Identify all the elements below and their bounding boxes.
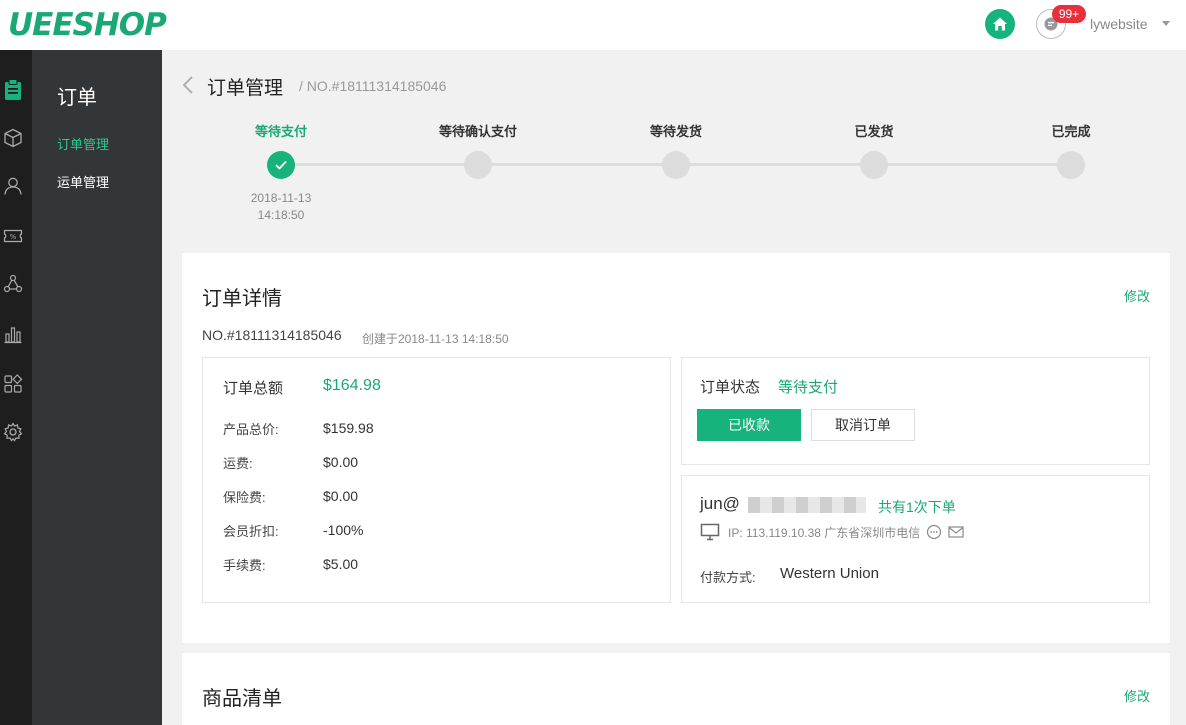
monitor-icon xyxy=(700,523,720,541)
step-dot-awaiting-confirmation xyxy=(464,151,492,179)
cancel-order-button[interactable]: 取消订单 xyxy=(811,409,915,441)
fee-value: -100% xyxy=(323,522,364,538)
fee-value: $159.98 xyxy=(323,420,374,436)
total-label: 订单总额 xyxy=(223,380,284,397)
step-label-awaiting-confirmation: 等待确认支付 xyxy=(438,124,518,139)
caret-down-icon[interactable] xyxy=(1162,21,1170,26)
step-dot-awaiting-shipment xyxy=(662,151,690,179)
step-dot-completed xyxy=(1057,151,1085,179)
customer-orders-count-link[interactable]: 共有1次下单 xyxy=(878,497,956,517)
user-icon[interactable] xyxy=(1,174,25,198)
ip-row: IP: 113.119.10.38 广东省深圳市电信 xyxy=(700,523,964,541)
step-label-completed: 已完成 xyxy=(1051,124,1091,139)
edit-order-detail-link[interactable]: 修改 xyxy=(1124,286,1150,305)
share-icon[interactable] xyxy=(1,272,25,296)
fee-value: $0.00 xyxy=(323,488,359,504)
payment-method-value: Western Union xyxy=(780,565,879,582)
gear-icon[interactable] xyxy=(1,420,25,444)
submenu-item-order-management[interactable]: 订单管理 xyxy=(57,134,109,153)
fee-label: 运费: xyxy=(223,456,253,471)
fee-label: 手续费: xyxy=(223,558,266,573)
customer-panel: jun@ 共有1次下单 IP: 113.119.10.38 广东省深圳市电信 付… xyxy=(681,475,1150,603)
page-title: 订单管理 xyxy=(207,78,284,99)
submenu: 订单 订单管理 运单管理 xyxy=(32,50,162,725)
submenu-item-waybill-management[interactable]: 运单管理 xyxy=(57,172,109,191)
order-created-time: 创建于2018-11-13 14:18:50 xyxy=(362,332,509,346)
clipboard-icon[interactable] xyxy=(1,78,25,102)
order-detail-title: 订单详情 xyxy=(202,288,282,310)
chat-icon[interactable] xyxy=(926,524,942,540)
logo[interactable]: UEESHOP xyxy=(8,6,167,44)
edit-product-list-link[interactable]: 修改 xyxy=(1124,686,1150,705)
payment-method-label: 付款方式: xyxy=(700,570,756,585)
redacted-email-blur xyxy=(748,497,866,513)
top-bar: UEESHOP 99+ lywebsite xyxy=(0,0,1186,50)
total-value: $164.98 xyxy=(323,377,381,394)
product-list-card: 商品清单 修改 xyxy=(182,653,1170,725)
status-panel: 订单状态 等待支付 已收款 取消订单 xyxy=(681,357,1150,465)
fee-label: 产品总价: xyxy=(223,422,279,437)
svg-text:%: % xyxy=(10,233,17,241)
coupon-icon[interactable]: % xyxy=(1,224,25,248)
notification-badge: 99+ xyxy=(1052,5,1086,23)
box-icon[interactable] xyxy=(1,126,25,150)
page-order-number: / NO.#18111314185046 xyxy=(299,78,447,94)
home-icon xyxy=(993,17,1007,31)
customer-email: jun@ xyxy=(700,494,740,513)
step-dot-shipped xyxy=(860,151,888,179)
step-label-shipped: 已发货 xyxy=(854,124,894,139)
username-menu[interactable]: lywebsite xyxy=(1090,16,1148,32)
step-label-awaiting-shipment: 等待发货 xyxy=(649,124,703,139)
icon-rail: % xyxy=(0,50,32,725)
fee-value: $5.00 xyxy=(323,556,359,572)
step-label-awaiting-payment: 等待支付 xyxy=(254,124,308,139)
order-status-value: 等待支付 xyxy=(778,379,839,396)
step-date: 2018-11-13 xyxy=(250,191,312,205)
submenu-title: 订单 xyxy=(57,87,97,109)
product-list-title: 商品清单 xyxy=(202,688,282,710)
back-chevron-icon[interactable] xyxy=(181,75,195,95)
checkmark-icon xyxy=(275,160,287,170)
fee-value: $0.00 xyxy=(323,454,359,470)
mark-paid-button[interactable]: 已收款 xyxy=(697,409,801,441)
order-detail-card: 订单详情 修改 NO.#18111314185046 创建于2018-11-13… xyxy=(182,253,1170,643)
chart-icon[interactable] xyxy=(1,322,25,346)
amount-panel: 订单总额 $164.98 产品总价: $159.98 运费: $0.00 保险费… xyxy=(202,357,671,603)
step-time: 14:18:50 xyxy=(257,208,305,222)
home-button[interactable] xyxy=(985,9,1015,39)
ip-address: IP: 113.119.10.38 广东省深圳市电信 xyxy=(728,525,921,540)
apps-icon[interactable] xyxy=(1,372,25,396)
order-status-label: 订单状态 xyxy=(700,379,761,396)
fee-label: 会员折扣: xyxy=(223,524,279,539)
step-dot-awaiting-payment xyxy=(267,151,295,179)
mail-icon[interactable] xyxy=(948,525,964,539)
fee-label: 保险费: xyxy=(223,490,266,505)
order-number: NO.#18111314185046 xyxy=(202,327,342,343)
